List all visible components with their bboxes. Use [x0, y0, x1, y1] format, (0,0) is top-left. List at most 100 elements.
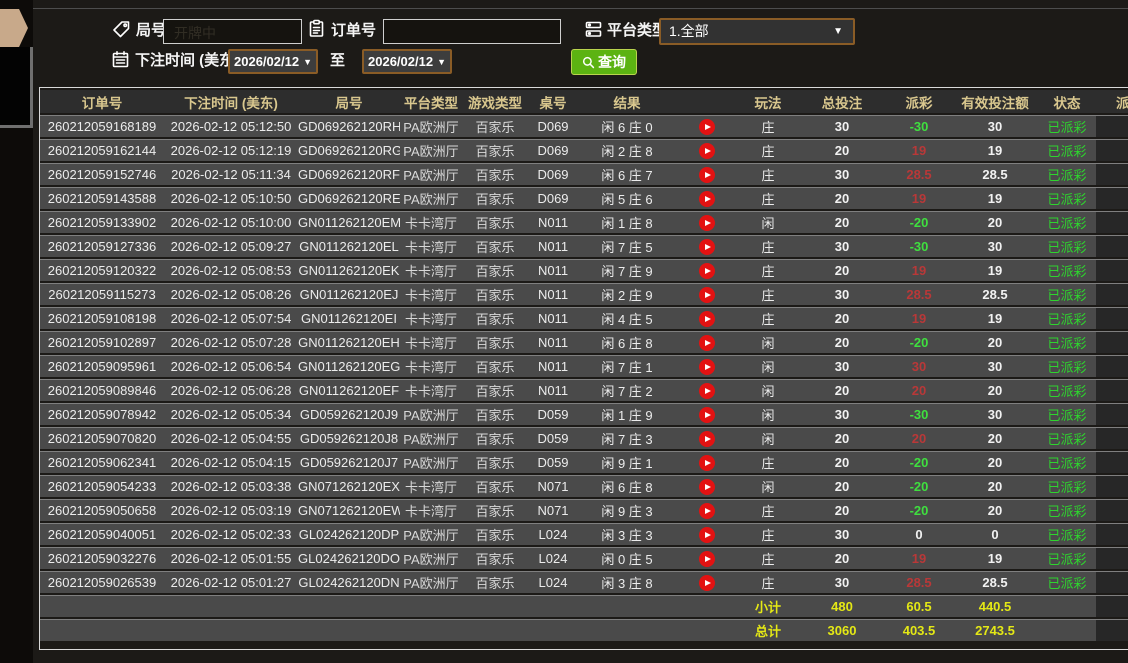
- replay-play-icon[interactable]: [699, 358, 715, 375]
- replay-button: [676, 547, 738, 569]
- date-range-to-label: 至: [330, 52, 346, 69]
- order-no-label: 订单号: [331, 22, 377, 39]
- subtotal-label: 小计: [738, 595, 798, 617]
- replay-play-icon[interactable]: [699, 190, 715, 207]
- cell-payout: 30: [886, 355, 952, 377]
- subtotal-row: 小计 480 60.5 440.5: [40, 595, 1128, 617]
- tag-icon: [113, 21, 130, 38]
- cell-total-bet: 20: [798, 547, 886, 569]
- cell-valid-bet: 30: [952, 403, 1038, 425]
- replay-play-icon[interactable]: [699, 286, 715, 303]
- cell-status: 已派彩: [1038, 283, 1096, 305]
- cell-total-bet: 20: [798, 139, 886, 161]
- cell-payout: -30: [886, 115, 952, 137]
- search-button[interactable]: 查询: [571, 49, 637, 75]
- replay-play-icon[interactable]: [699, 118, 715, 135]
- cell-game-no: GL024262120DN: [298, 571, 400, 593]
- cell-total-bet: 20: [798, 379, 886, 401]
- replay-play-icon[interactable]: [699, 238, 715, 255]
- cell-platform-type: 卡卡湾厅: [400, 379, 462, 401]
- grand-total-label: 总计: [738, 619, 798, 641]
- cell-payout: 28.5: [886, 571, 952, 593]
- cell-total-bet: 30: [798, 523, 886, 545]
- replay-play-icon[interactable]: [699, 214, 715, 231]
- cell-bet-time: 2026-02-12 05:08:26: [164, 283, 298, 305]
- bet-records-table: 订单号 下注时间 (美东) 局号 平台类型 游戏类型 桌号 结果 玩法 总投注 …: [40, 88, 1128, 643]
- platform-type-select[interactable]: 1.全部 ▼: [659, 18, 855, 45]
- replay-play-icon[interactable]: [699, 454, 715, 471]
- cell-game-type: 百家乐: [462, 211, 528, 233]
- left-edge-strip: [0, 0, 33, 663]
- col-result: 结果: [578, 90, 676, 113]
- cell-play-type: 庄: [738, 115, 798, 137]
- cell-platform-type: PA欧洲厅: [400, 139, 462, 161]
- cell-game-type: 百家乐: [462, 307, 528, 329]
- cell-status: 已派彩: [1038, 523, 1096, 545]
- order-no-input[interactable]: [383, 19, 561, 44]
- calendar-icon: [112, 50, 129, 68]
- cell-payout: -30: [886, 403, 952, 425]
- cell-total-bet: 20: [798, 475, 886, 497]
- cell-game-no: GN071262120EX: [298, 475, 400, 497]
- replay-button: [676, 307, 738, 329]
- replay-play-icon[interactable]: [699, 382, 715, 399]
- cell-order-no: 260212059026539: [40, 571, 164, 593]
- replay-play-icon[interactable]: [699, 406, 715, 423]
- cell-game-type: 百家乐: [462, 331, 528, 353]
- cell-valid-bet: 19: [952, 547, 1038, 569]
- replay-play-icon[interactable]: [699, 166, 715, 183]
- replay-play-icon[interactable]: [699, 526, 715, 543]
- replay-button: [676, 427, 738, 449]
- replay-play-icon[interactable]: [699, 334, 715, 351]
- cell-status: 已派彩: [1038, 571, 1096, 593]
- cell-bet-time: 2026-02-12 05:11:34: [164, 163, 298, 185]
- replay-button: [676, 115, 738, 137]
- cell-result: 闲 6 庄 7: [578, 163, 676, 185]
- cell-play-type: 庄: [738, 547, 798, 569]
- cell-game-type: 百家乐: [462, 403, 528, 425]
- cell-table-no: D059: [528, 451, 578, 473]
- cell-status: 已派彩: [1038, 499, 1096, 521]
- cell-platform-type: 卡卡湾厅: [400, 283, 462, 305]
- replay-play-icon[interactable]: [699, 478, 715, 495]
- cell-game-no: GN011262120EM: [298, 211, 400, 233]
- cell-table-no: N011: [528, 379, 578, 401]
- cell-valid-bet: 19: [952, 259, 1038, 281]
- cell-order-no: 260212059168189: [40, 115, 164, 137]
- replay-play-icon[interactable]: [699, 502, 715, 519]
- cell-play-type: 庄: [738, 259, 798, 281]
- col-game-no: 局号: [298, 90, 400, 113]
- date-to-picker[interactable]: 2026/02/12 ▼: [362, 49, 452, 74]
- replay-button: [676, 163, 738, 185]
- table-row: 260212059133902 2026-02-12 05:10:00 GN0112…: [40, 211, 1128, 233]
- cell-payout-time-clipped: [1096, 355, 1128, 377]
- cell-game-type: 百家乐: [462, 475, 528, 497]
- replay-play-icon[interactable]: [699, 262, 715, 279]
- cell-table-no: L024: [528, 571, 578, 593]
- replay-play-icon[interactable]: [699, 430, 715, 447]
- cell-table-no: D069: [528, 115, 578, 137]
- chevron-down-icon: ▼: [833, 26, 843, 37]
- replay-play-icon[interactable]: [699, 310, 715, 327]
- table-row: 260212059162144 2026-02-12 05:12:19 GD0692…: [40, 139, 1128, 161]
- date-from-value: 2026/02/12: [234, 54, 300, 69]
- cell-result: 闲 2 庄 8: [578, 139, 676, 161]
- replay-play-icon[interactable]: [699, 550, 715, 567]
- records-table-container[interactable]: 订单号 下注时间 (美东) 局号 平台类型 游戏类型 桌号 结果 玩法 总投注 …: [39, 87, 1128, 650]
- cell-bet-time: 2026-02-12 05:09:27: [164, 235, 298, 257]
- replay-play-icon[interactable]: [699, 574, 715, 591]
- cell-play-type: 闲: [738, 427, 798, 449]
- date-from-picker[interactable]: 2026/02/12 ▼: [228, 49, 318, 74]
- cell-payout: -30: [886, 235, 952, 257]
- cell-result: 闲 7 庄 2: [578, 379, 676, 401]
- cell-game-type: 百家乐: [462, 499, 528, 521]
- cell-valid-bet: 20: [952, 475, 1038, 497]
- side-tab-shape[interactable]: [0, 9, 28, 47]
- cell-order-no: 260212059032276: [40, 547, 164, 569]
- replay-play-icon[interactable]: [699, 142, 715, 159]
- cell-total-bet: 30: [798, 571, 886, 593]
- cell-payout: -20: [886, 211, 952, 233]
- game-no-input[interactable]: 开牌中: [163, 19, 302, 44]
- cell-result: 闲 5 庄 6: [578, 187, 676, 209]
- cell-valid-bet: 20: [952, 499, 1038, 521]
